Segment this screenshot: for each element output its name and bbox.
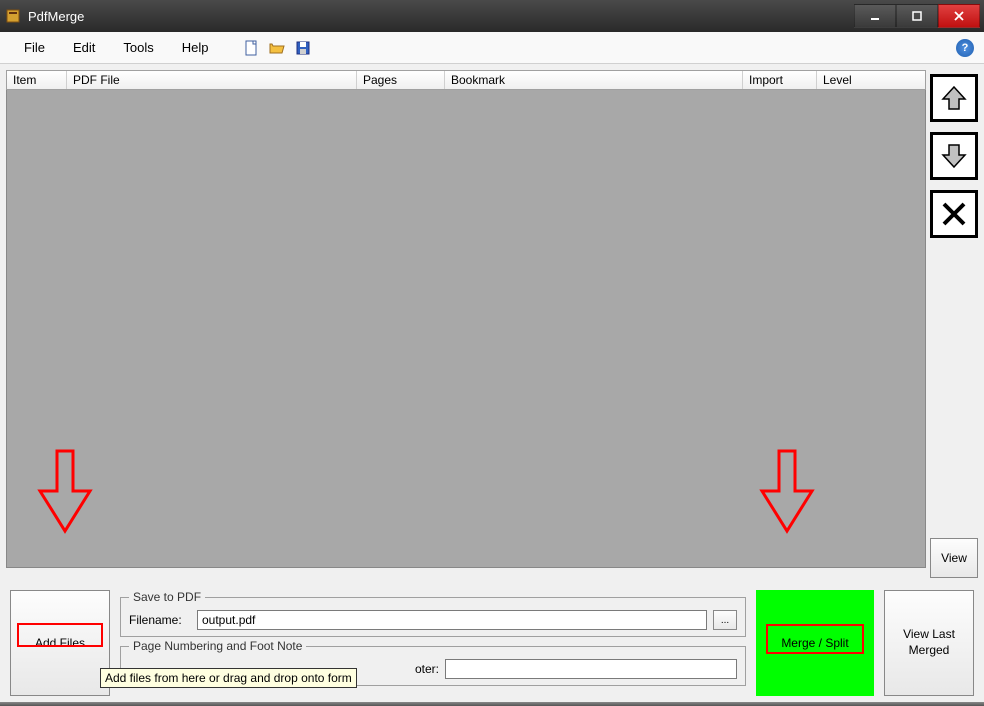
- window-border-bottom: [0, 702, 984, 706]
- footer-input[interactable]: [445, 659, 737, 679]
- help-icon[interactable]: ?: [956, 39, 974, 57]
- view-last-merged-button[interactable]: View Last Merged: [884, 590, 974, 696]
- filename-input[interactable]: [197, 610, 707, 630]
- view-last-label: View Last Merged: [885, 627, 973, 658]
- window-title: PdfMerge: [28, 9, 854, 24]
- add-files-label: Add Files: [35, 636, 85, 650]
- filename-label: Filename:: [129, 613, 191, 627]
- menubar: File Edit Tools Help ?: [0, 32, 984, 64]
- tooltip-add-files: Add files from here or drag and drop ont…: [100, 668, 357, 688]
- merge-split-label: Merge / Split: [781, 636, 848, 650]
- menu-tools[interactable]: Tools: [109, 36, 167, 59]
- browse-button[interactable]: ...: [713, 610, 737, 630]
- view-button-label: View: [941, 551, 967, 565]
- maximize-button[interactable]: [896, 4, 938, 28]
- col-import[interactable]: Import: [743, 71, 817, 89]
- view-button[interactable]: View: [930, 538, 978, 578]
- annotation-arrow-left: [35, 446, 95, 536]
- col-pdf-file[interactable]: PDF File: [67, 71, 357, 89]
- add-files-button[interactable]: Add Files: [10, 590, 110, 696]
- col-level[interactable]: Level: [817, 71, 925, 89]
- window-controls: [854, 4, 980, 28]
- annotation-arrow-right: [757, 446, 817, 536]
- app-icon: [4, 7, 22, 25]
- open-folder-icon[interactable]: [268, 39, 286, 57]
- menu-file[interactable]: File: [10, 36, 59, 59]
- close-button[interactable]: [938, 4, 980, 28]
- page-numbering-legend: Page Numbering and Foot Note: [129, 639, 306, 653]
- move-up-button[interactable]: [930, 74, 978, 122]
- list-body[interactable]: [6, 90, 926, 568]
- list-header: Item PDF File Pages Bookmark Import Leve…: [6, 70, 926, 90]
- menu-help[interactable]: Help: [168, 36, 223, 59]
- col-item[interactable]: Item: [7, 71, 67, 89]
- col-pages[interactable]: Pages: [357, 71, 445, 89]
- footer-label-suffix: oter:: [415, 662, 439, 676]
- col-bookmark[interactable]: Bookmark: [445, 71, 743, 89]
- new-file-icon[interactable]: [242, 39, 260, 57]
- save-disk-icon[interactable]: [294, 39, 312, 57]
- x-icon: [939, 199, 969, 229]
- file-list: Item PDF File Pages Bookmark Import Leve…: [6, 70, 926, 578]
- titlebar: PdfMerge: [0, 0, 984, 32]
- delete-button[interactable]: [930, 190, 978, 238]
- save-legend: Save to PDF: [129, 590, 205, 604]
- save-to-pdf-group: Save to PDF Filename: ...: [120, 590, 746, 637]
- menu-edit[interactable]: Edit: [59, 36, 109, 59]
- minimize-button[interactable]: [854, 4, 896, 28]
- merge-split-button[interactable]: Merge / Split: [756, 590, 874, 696]
- arrow-up-icon: [939, 83, 969, 113]
- arrow-down-icon: [939, 141, 969, 171]
- move-down-button[interactable]: [930, 132, 978, 180]
